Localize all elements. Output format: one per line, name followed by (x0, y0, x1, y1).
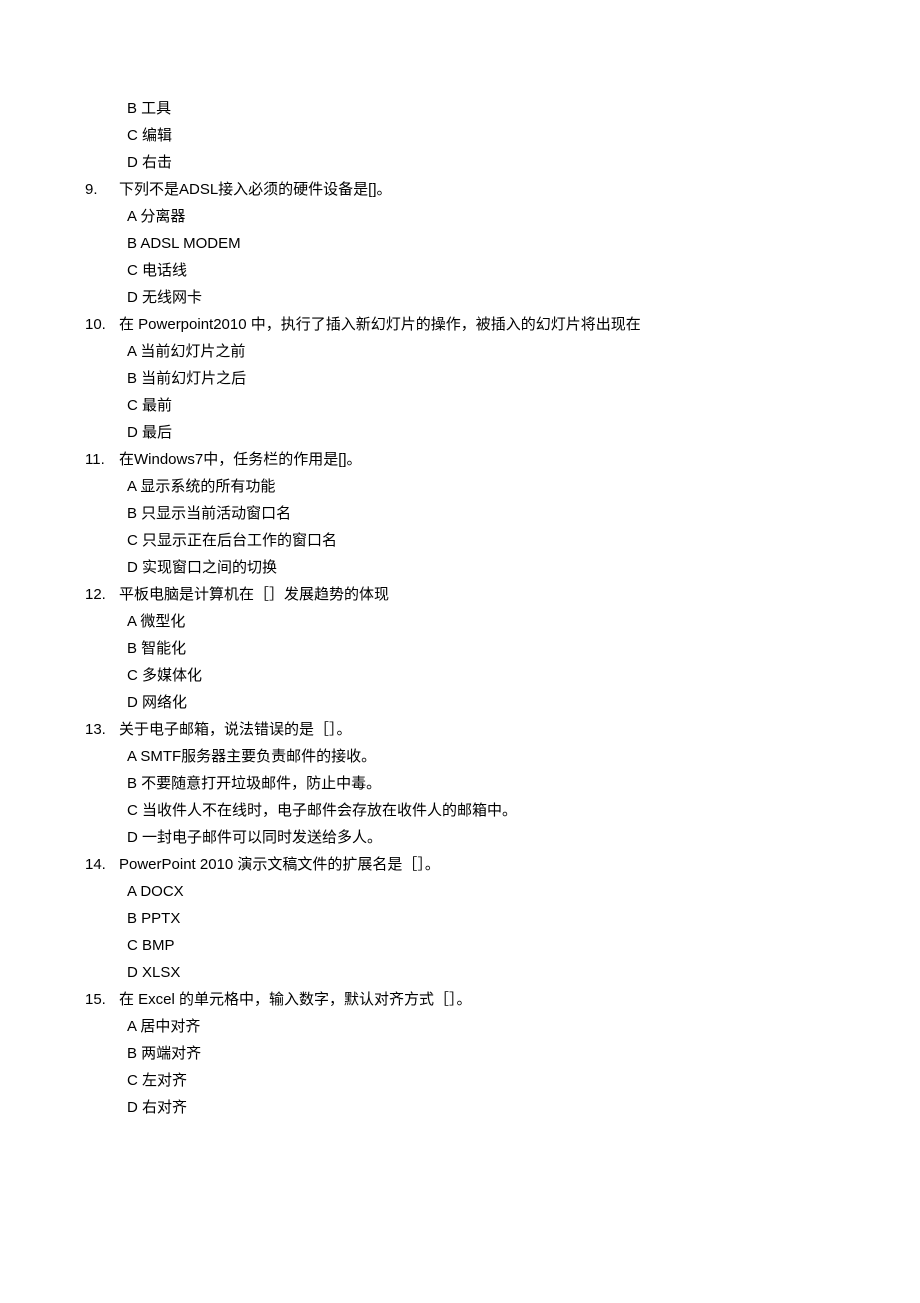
question-number: 12. (85, 581, 119, 608)
option-item: B PPTX (85, 905, 835, 932)
option-item: B 不要随意打开垃圾邮件，防止中毒。 (85, 770, 835, 797)
question-text: 15. 在 Excel 的单元格中，输入数字，默认对齐方式［］。 (85, 986, 835, 1013)
question-stem: 在 Excel 的单元格中，输入数字，默认对齐方式［］。 (119, 986, 835, 1013)
option-item: C 左对齐 (85, 1067, 835, 1094)
option-item: D 右击 (85, 149, 835, 176)
option-item: B 两端对齐 (85, 1040, 835, 1067)
question-text: 9. 下列不是ADSL接入必须的硬件设备是[]。 (85, 176, 835, 203)
question-stem: PowerPoint 2010 演示文稿文件的扩展名是［］。 (119, 851, 835, 878)
question-number: 14. (85, 851, 119, 878)
option-item: C 电话线 (85, 257, 835, 284)
question-9: 9. 下列不是ADSL接入必须的硬件设备是[]。 A 分离器 B ADSL MO… (85, 176, 835, 311)
option-item: C 多媒体化 (85, 662, 835, 689)
question-15: 15. 在 Excel 的单元格中，输入数字，默认对齐方式［］。 A 居中对齐 … (85, 986, 835, 1121)
option-item: D 右对齐 (85, 1094, 835, 1121)
option-item: B 智能化 (85, 635, 835, 662)
question-number: 13. (85, 716, 119, 743)
option-item: A 微型化 (85, 608, 835, 635)
question-14: 14. PowerPoint 2010 演示文稿文件的扩展名是［］。 A DOC… (85, 851, 835, 986)
option-item: A 居中对齐 (85, 1013, 835, 1040)
option-item: D 实现窗口之间的切换 (85, 554, 835, 581)
option-item: B ADSL MODEM (85, 230, 835, 257)
option-item: D 网络化 (85, 689, 835, 716)
option-item: A 分离器 (85, 203, 835, 230)
option-item: D 一封电子邮件可以同时发送给多人。 (85, 824, 835, 851)
question-number: 15. (85, 986, 119, 1013)
question-13: 13. 关于电子邮箱，说法错误的是［］。 A SMTF服务器主要负责邮件的接收。… (85, 716, 835, 851)
option-item: C 当收件人不在线时，电子邮件会存放在收件人的邮箱中。 (85, 797, 835, 824)
question-text: 11. 在Windows7中，任务栏的作用是[]。 (85, 446, 835, 473)
question-text: 10. 在 Powerpoint2010 中，执行了插入新幻灯片的操作，被插入的… (85, 311, 835, 338)
question-11: 11. 在Windows7中，任务栏的作用是[]。 A 显示系统的所有功能 B … (85, 446, 835, 581)
option-item: A DOCX (85, 878, 835, 905)
question-stem: 在Windows7中，任务栏的作用是[]。 (119, 446, 835, 473)
question-10: 10. 在 Powerpoint2010 中，执行了插入新幻灯片的操作，被插入的… (85, 311, 835, 446)
question-number: 11. (85, 446, 119, 473)
question-number: 9. (85, 176, 119, 203)
option-item: B 工具 (85, 95, 835, 122)
option-item: A 当前幻灯片之前 (85, 338, 835, 365)
option-item: D XLSX (85, 959, 835, 986)
question-stem: 在 Powerpoint2010 中，执行了插入新幻灯片的操作，被插入的幻灯片将… (119, 311, 835, 338)
question-text: 14. PowerPoint 2010 演示文稿文件的扩展名是［］。 (85, 851, 835, 878)
option-item: D 无线网卡 (85, 284, 835, 311)
orphan-options-group: B 工具 C 编辑 D 右击 (85, 95, 835, 176)
option-item: C 只显示正在后台工作的窗口名 (85, 527, 835, 554)
option-item: C BMP (85, 932, 835, 959)
question-number: 10. (85, 311, 119, 338)
option-item: A SMTF服务器主要负责邮件的接收。 (85, 743, 835, 770)
option-item: C 编辑 (85, 122, 835, 149)
question-text: 12. 平板电脑是计算机在［］发展趋势的体现 (85, 581, 835, 608)
option-item: C 最前 (85, 392, 835, 419)
option-item: B 只显示当前活动窗口名 (85, 500, 835, 527)
question-12: 12. 平板电脑是计算机在［］发展趋势的体现 A 微型化 B 智能化 C 多媒体… (85, 581, 835, 716)
question-stem: 下列不是ADSL接入必须的硬件设备是[]。 (119, 176, 835, 203)
question-stem: 平板电脑是计算机在［］发展趋势的体现 (119, 581, 835, 608)
question-text: 13. 关于电子邮箱，说法错误的是［］。 (85, 716, 835, 743)
option-item: B 当前幻灯片之后 (85, 365, 835, 392)
option-item: D 最后 (85, 419, 835, 446)
question-stem: 关于电子邮箱，说法错误的是［］。 (119, 716, 835, 743)
option-item: A 显示系统的所有功能 (85, 473, 835, 500)
